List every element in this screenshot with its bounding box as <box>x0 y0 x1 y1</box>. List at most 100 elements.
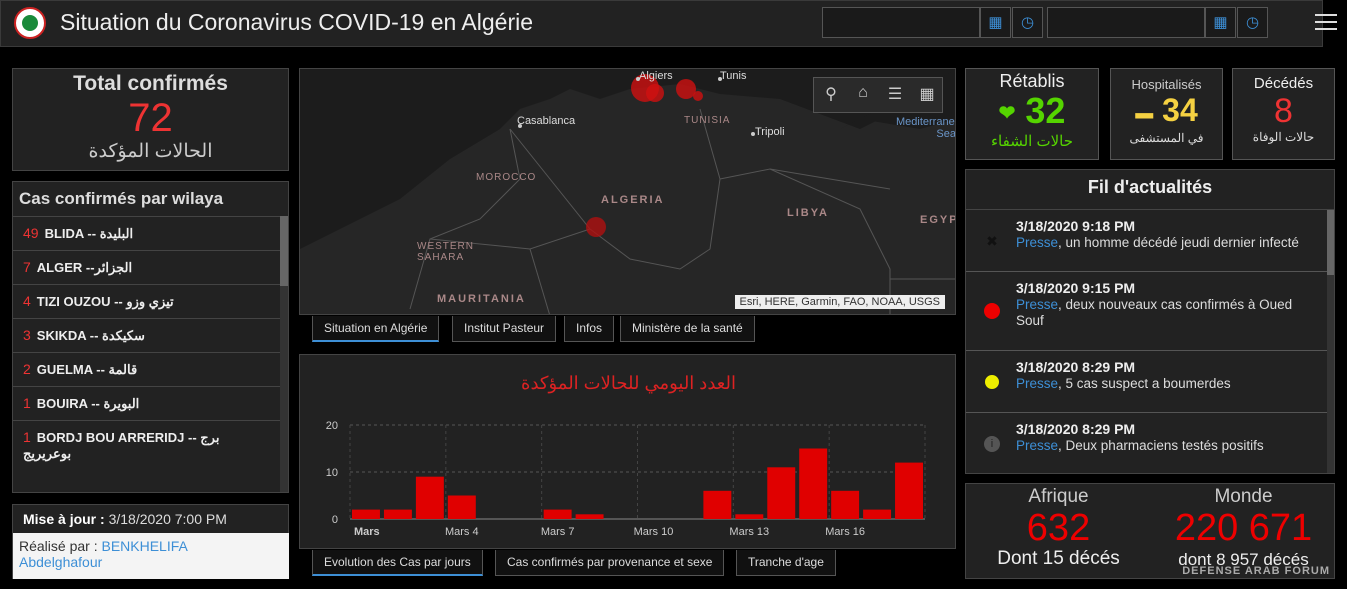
list-item[interactable]: 7 ALGER --الجزائر <box>13 250 281 284</box>
basemap-gallery-icon[interactable]: ▦ <box>916 84 938 106</box>
bar[interactable] <box>447 495 476 520</box>
map-label: Tripoli <box>755 126 785 138</box>
update-timestamp: 3/18/2020 7:00 PM <box>108 511 227 527</box>
news-time: 3/18/2020 8:29 PM <box>1016 421 1136 437</box>
news-item[interactable]: i 3/18/2020 8:29 PM Presse, Deux pharmac… <box>966 413 1328 473</box>
afrique-subtitle: Dont 15 décés <box>997 548 1120 569</box>
bar[interactable] <box>863 509 892 519</box>
news-body: , deux nouveaux cas confirmés à Oued Sou… <box>1016 297 1293 328</box>
list-item[interactable]: 1 BOUIRA -- البويرة <box>13 386 281 420</box>
scrollbar[interactable] <box>1327 210 1334 473</box>
bar[interactable] <box>575 514 604 519</box>
calendar-icon[interactable]: ▦ <box>980 7 1011 38</box>
wilaya-name: TIZI OUZOU -- تيزي وزو <box>36 294 174 309</box>
close-icon: ✖ <box>986 233 998 249</box>
x-tick-label: Mars 4 <box>445 526 479 538</box>
tab-tranche-age[interactable]: Tranche d'age <box>736 550 836 576</box>
y-tick-label: 20 <box>326 420 338 432</box>
bar[interactable] <box>415 476 444 519</box>
monde-value: 220 671 <box>1174 507 1313 549</box>
bar[interactable] <box>352 509 380 519</box>
wilaya-name: ALGER --الجزائر <box>36 260 133 275</box>
afrique-title: Afrique <box>1028 486 1089 507</box>
case-count: 7 <box>23 259 31 275</box>
author-label: Réalisé par : <box>19 538 98 554</box>
tab-infos[interactable]: Infos <box>564 316 615 342</box>
bar[interactable] <box>383 509 412 519</box>
home-icon[interactable]: ⌂ <box>852 84 874 106</box>
clock-icon[interactable]: ◷ <box>1012 7 1043 38</box>
chart-tabs: Evolution des Cas par jours Cas confirmé… <box>312 550 852 576</box>
info-icon: i <box>984 436 1000 452</box>
map-label: Casablanca <box>517 115 576 127</box>
news-item[interactable]: 3/18/2020 9:15 PM Presse, deux nouveaux … <box>966 272 1328 351</box>
total-subtitle: الحالات المؤكدة <box>88 141 213 162</box>
list-item[interactable]: 2 GUELMA -- قالمة <box>13 352 281 386</box>
case-count: 49 <box>23 225 39 241</box>
wilaya-title: Cas confirmés par wilaya <box>19 189 224 208</box>
bar[interactable] <box>799 448 828 520</box>
news-source[interactable]: Presse <box>1016 235 1058 250</box>
tab-provenance-sexe[interactable]: Cas confirmés par provenance et sexe <box>495 550 725 576</box>
scrollbar-thumb[interactable] <box>1327 210 1334 275</box>
menu-icon[interactable] <box>1315 10 1337 30</box>
bar[interactable] <box>895 462 923 519</box>
bar[interactable] <box>767 467 796 519</box>
news-title: Fil d'actualités <box>966 170 1334 210</box>
news-text: Presse, un homme décédé jeudi dernier in… <box>1016 235 1316 251</box>
afrique-stat: Afrique 632 Dont 15 décés <box>966 484 1151 570</box>
list-item[interactable]: 3 SKIKDA -- سكيكدة <box>13 318 281 352</box>
tab-ministere[interactable]: Ministère de la santé <box>620 316 755 342</box>
author-name[interactable]: BENKHELIFA <box>101 538 187 554</box>
news-item[interactable]: ✖ 3/18/2020 9:18 PM Presse, un homme déc… <box>966 210 1328 272</box>
tab-situation[interactable]: Situation en Algérie <box>312 316 440 342</box>
app-title: Situation du Coronavirus COVID-19 en Alg… <box>60 9 534 35</box>
news-body: , Deux pharmaciens testés positifs <box>1058 438 1264 453</box>
news-feed-panel: Fil d'actualités ✖ 3/18/2020 9:18 PM Pre… <box>965 169 1335 474</box>
start-date-input[interactable] <box>822 7 980 38</box>
hospitalized-value-row: ▬ 34 <box>1111 92 1222 131</box>
end-date-input[interactable] <box>1047 7 1205 38</box>
news-body: , 5 cas suspect a boumerdes <box>1058 376 1231 391</box>
map-view[interactable]: Algiers Tunis TUNISIA Casablanca Tripoli… <box>299 68 956 315</box>
scrollbar-thumb[interactable] <box>280 216 288 286</box>
bar[interactable] <box>831 490 860 519</box>
app-logo <box>14 7 46 39</box>
news-text: Presse, deux nouveaux cas confirmés à Ou… <box>1016 297 1316 329</box>
recovered-subtitle: حالات الشفاء <box>990 133 1074 151</box>
list-item[interactable]: 1 BORDJ BOU ARRERIDJ -- برج بوعريريج <box>13 420 281 470</box>
map-attribution: Esri, HERE, Garmin, FAO, NOAA, USGS <box>734 295 945 309</box>
recovered-card: Rétablis ❤ 32 حالات الشفاء <box>965 68 1099 160</box>
author-name-2[interactable]: Abdelghafour <box>19 554 102 570</box>
calendar-icon[interactable]: ▦ <box>1205 7 1236 38</box>
search-icon[interactable]: ⚲ <box>820 84 842 106</box>
list-icon[interactable]: ☰ <box>884 84 906 106</box>
bar[interactable] <box>543 509 572 519</box>
heart-icon: ❤ <box>998 102 1016 125</box>
recovered-value-row: ❤ 32 <box>966 92 1098 132</box>
case-count: 2 <box>23 361 31 377</box>
clock-icon[interactable]: ◷ <box>1237 7 1268 38</box>
scrollbar[interactable] <box>280 216 288 492</box>
x-tick-label: Mars 16 <box>825 526 865 538</box>
bar[interactable] <box>735 514 764 519</box>
total-title: Total confirmés <box>73 72 228 95</box>
map-label: WESTERN SAHARA <box>417 241 474 263</box>
news-source[interactable]: Presse <box>1016 438 1058 453</box>
news-item[interactable]: 3/18/2020 8:29 PM Presse, 5 cas suspect … <box>966 351 1328 413</box>
deaths-card: Décédés 8 حالات الوفاة <box>1232 68 1335 160</box>
bar[interactable] <box>703 490 732 519</box>
list-item[interactable]: 4 TIZI OUZOU -- تيزي وزو <box>13 284 281 318</box>
news-time: 3/18/2020 8:29 PM <box>1016 359 1136 375</box>
news-source[interactable]: Presse <box>1016 376 1058 391</box>
case-count: 4 <box>23 293 31 309</box>
tab-evolution[interactable]: Evolution des Cas par jours <box>312 550 483 576</box>
bed-icon: ▬ <box>1135 102 1154 123</box>
map-label: ALGERIA <box>601 194 665 206</box>
list-item[interactable]: 49 BLIDA -- البليدة <box>13 216 281 250</box>
map-label: EGYPT <box>920 214 955 226</box>
news-time: 3/18/2020 9:15 PM <box>1016 280 1136 296</box>
tab-institut-pasteur[interactable]: Institut Pasteur <box>452 316 557 342</box>
news-source[interactable]: Presse <box>1016 297 1058 312</box>
total-confirmed-panel: Total confirmés 72 الحالات المؤكدة <box>12 68 289 171</box>
